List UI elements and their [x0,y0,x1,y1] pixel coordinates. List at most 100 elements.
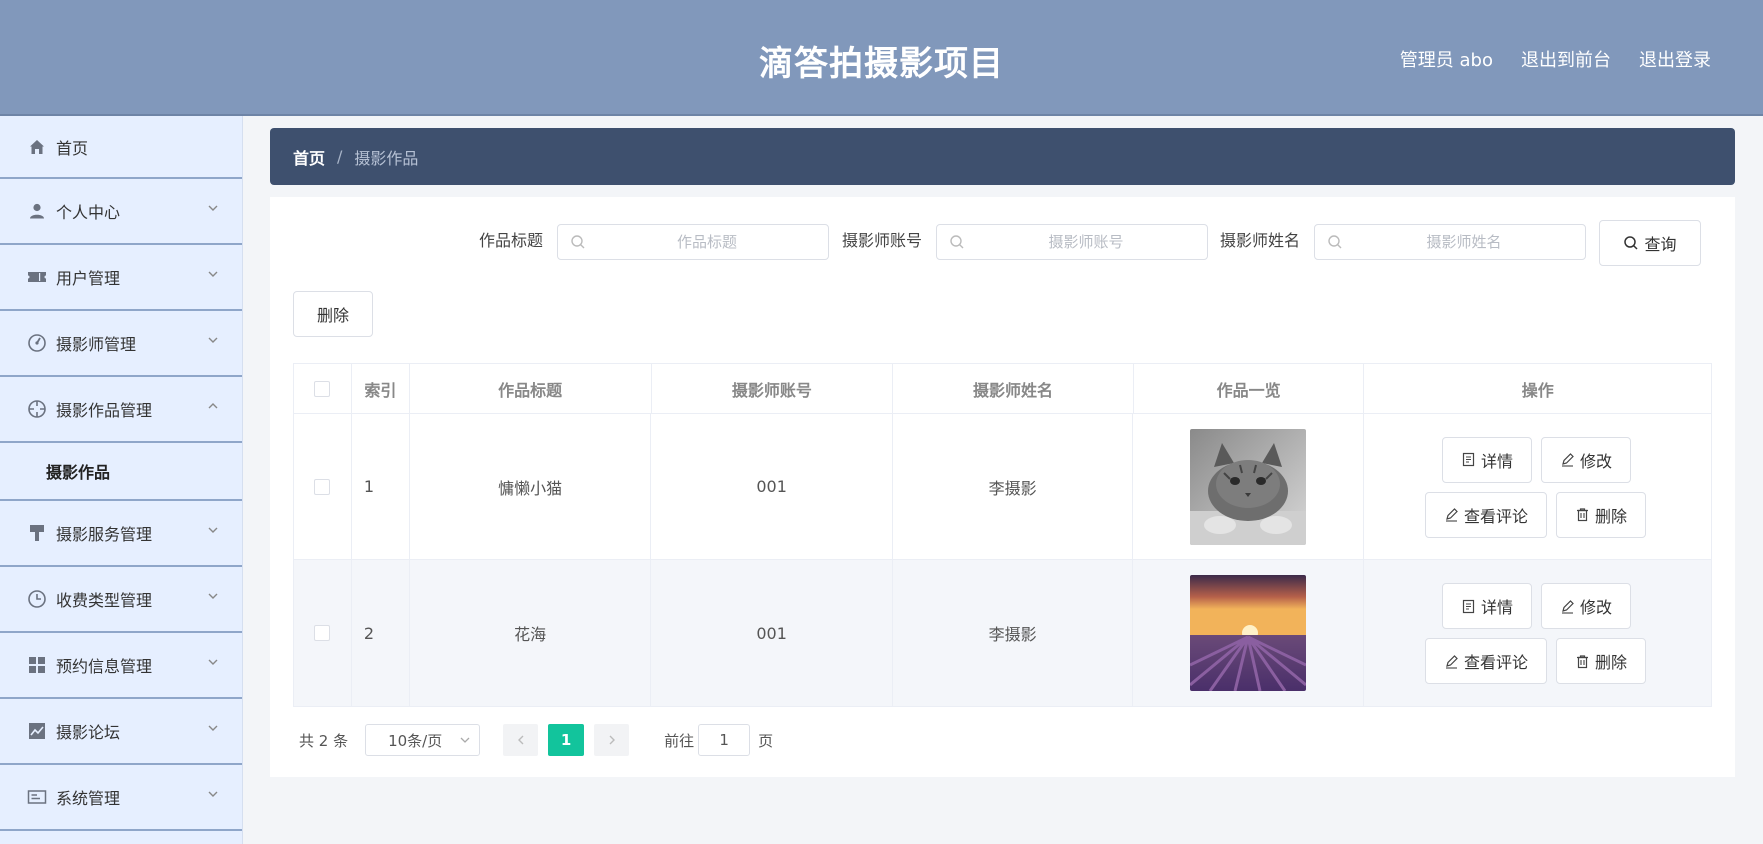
main-content: 作品标题 摄影师账号 摄影师姓名 查询 删除 索引 作品标题 摄影师账号 摄影师… [270,197,1735,777]
header-index: 索引 [352,364,410,413]
current-user-label: 管理员 abo [1399,50,1493,71]
top-header: 滴答拍摄影项目 管理员 abo 退出到前台 退出登录 [0,0,1763,116]
sidebar-item-forum[interactable]: 摄影论坛 [0,699,242,765]
edit-label: 修改 [1580,598,1613,617]
crosshair-icon [27,399,47,419]
total-count: 共 2 条 [299,731,349,750]
row-checkbox[interactable] [314,478,331,495]
sidebar-item-system[interactable]: 系统管理 [0,765,242,831]
delete-label: 删除 [1595,506,1628,526]
user-icon [27,201,47,221]
chevron-down-icon [208,593,218,599]
query-button-label: 查询 [1644,235,1677,254]
search-icon [1624,236,1639,250]
header-account: 摄影师账号 [652,364,894,413]
sidebar-item-label: 摄影服务管理 [56,525,153,544]
grid-icon [27,655,47,675]
name-search-input[interactable] [1349,225,1579,259]
chevron-down-icon [208,791,218,797]
title-search-box [557,224,829,260]
page-number-current[interactable]: 1 [548,724,585,756]
delete-label: 删除 [1595,653,1628,672]
table-header: 索引 作品标题 摄影师账号 摄影师姓名 作品一览 操作 [294,364,1711,414]
sidebar-item-photographers[interactable]: 摄影师管理 [0,311,242,377]
row-title: 慵懒小猫 [410,414,652,559]
bulk-delete-button[interactable]: 删除 [293,291,373,337]
account-search-input[interactable] [971,225,1201,259]
work-thumbnail-cat[interactable] [1190,428,1307,545]
edit-button[interactable]: 修改 [1541,583,1632,629]
bulk-delete-label: 删除 [316,306,349,325]
brush-icon [27,523,47,543]
row-checkbox[interactable] [314,625,331,641]
exit-to-front-link[interactable]: 退出到前台 [1521,46,1611,72]
chevron-down-icon [208,527,218,533]
chevron-down-icon [208,725,218,731]
delete-button[interactable]: 删除 [1556,491,1647,538]
trash-icon [1577,508,1588,522]
edit-label: 修改 [1580,451,1613,471]
query-button[interactable]: 查询 [1599,220,1701,266]
select-all-checkbox[interactable] [314,380,331,397]
sidebar-item-label: 用户管理 [56,269,121,288]
breadcrumb-separator: / [337,147,343,166]
detail-label: 详情 [1481,451,1514,471]
breadcrumb-home[interactable]: 首页 [293,145,325,169]
sidebar-item-label: 摄影作品管理 [56,401,153,420]
title-search-input[interactable] [592,225,822,259]
document-icon [1462,452,1475,467]
sidebar-item-label: 摄影论坛 [56,723,121,742]
view-comments-button[interactable]: 查看评论 [1425,638,1548,684]
row-name: 李摄影 [893,560,1134,706]
sidebar-item-label: 收费类型管理 [56,591,153,610]
view-comments-label: 查看评论 [1464,653,1529,672]
sidebar-item-home[interactable]: 首页 [0,116,242,179]
breadcrumb-current: 摄影作品 [354,148,419,168]
goto-label: 前往 [664,731,695,750]
sidebar-item-fees[interactable]: 收费类型管理 [0,567,242,633]
breadcrumb: 首页 / 摄影作品 [270,128,1735,185]
chevron-down-icon [208,271,218,277]
sidebar-item-label: 首页 [56,138,89,158]
sidebar-item-works-management[interactable]: 摄影作品管理 [0,377,242,443]
account-search-label: 摄影师账号 [842,231,923,250]
sidebar-item-services[interactable]: 摄影服务管理 [0,501,242,567]
sidebar-item-label: 个人中心 [56,203,121,222]
chevron-down-icon [208,659,218,665]
pagination: 共 2 条 10条/页 1 前往 页 [299,724,773,756]
pencil-icon [1562,599,1574,614]
home-icon [27,137,47,157]
goto-page-input[interactable] [698,724,751,756]
work-thumbnail-lavender[interactable] [1190,575,1307,691]
chevron-down-icon [208,205,218,211]
sidebar-item-label: 摄影师管理 [56,335,137,354]
prev-page-button[interactable] [503,724,539,756]
search-icon [1328,235,1342,249]
next-page-button[interactable] [594,724,630,756]
sidebar-item-users[interactable]: 用户管理 [0,245,242,311]
edit-button[interactable]: 修改 [1541,436,1632,483]
sidebar-item-bookings[interactable]: 预约信息管理 [0,633,242,699]
chart-icon [27,721,47,741]
sidebar-item-label: 预约信息管理 [56,657,153,676]
name-search-label: 摄影师姓名 [1220,231,1301,250]
table-row: 2 花海 001 李摄影 详情 修改 查看评论 删除 [294,560,1711,706]
search-icon [571,235,585,249]
detail-button[interactable]: 详情 [1442,583,1533,629]
row-index: 2 [352,560,410,706]
search-icon [950,235,964,249]
sidebar-item-profile[interactable]: 个人中心 [0,179,242,245]
view-comments-button[interactable]: 查看评论 [1425,491,1548,538]
page-size-select[interactable]: 10条/页 [365,724,481,756]
delete-button[interactable]: 删除 [1556,638,1647,684]
chevron-right-icon [609,735,615,745]
header-actions: 操作 [1521,380,1554,400]
detail-label: 详情 [1481,598,1514,617]
pencil-icon [1562,453,1574,467]
sidebar-subitem-works[interactable]: 摄影作品 [0,443,242,501]
ticket-icon [27,267,47,287]
sidebar: 首页 个人中心 用户管理 摄影师管理 摄影作品管理 摄影作品 摄影服务管理 收费… [0,116,243,844]
pencil-icon [1446,508,1458,522]
logout-link[interactable]: 退出登录 [1639,46,1711,72]
detail-button[interactable]: 详情 [1442,436,1533,483]
